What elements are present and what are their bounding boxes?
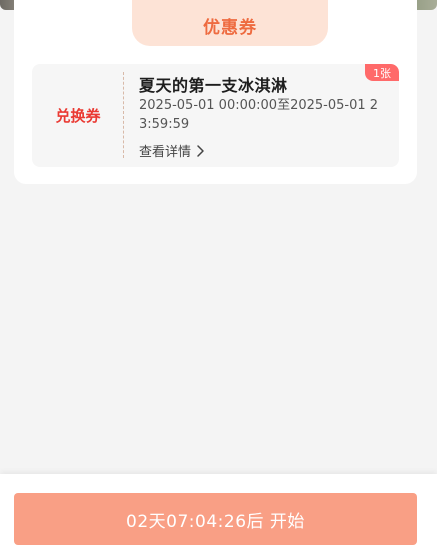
view-details-label: 查看详情: [139, 145, 192, 160]
chevron-right-icon: [197, 144, 204, 157]
coupon-type-label: 兑换券: [55, 107, 101, 125]
countdown-button-label: 02天07:04:26后 开始: [126, 511, 305, 532]
coupon-divider: [123, 72, 124, 158]
coupon-valid-period: 2025-05-01 00:00:00至2025-05-01 23:59:59: [139, 98, 379, 132]
section-title-tab: 优惠券: [132, 0, 328, 46]
coupon-type: 兑换券: [32, 64, 124, 167]
view-details-link[interactable]: 查看详情: [139, 141, 207, 160]
coupon-item[interactable]: 兑换券 1张 夏天的第一支冰淇淋 2025-05-01 00:00:00至202…: [32, 64, 399, 167]
bottom-action-bar: 02天07:04:26后 开始: [0, 474, 437, 549]
section-title: 优惠券: [203, 17, 257, 38]
coupon-section-card: 优惠券 兑换券 1张 夏天的第一支冰淇淋 2025-05-01 00:00:00…: [14, 0, 417, 184]
coupon-name: 夏天的第一支冰淇淋: [139, 76, 288, 95]
countdown-start-button[interactable]: 02天07:04:26后 开始: [14, 493, 417, 545]
coupon-count-text: 1张: [373, 66, 391, 80]
coupon-count-badge: 1张: [365, 64, 399, 81]
